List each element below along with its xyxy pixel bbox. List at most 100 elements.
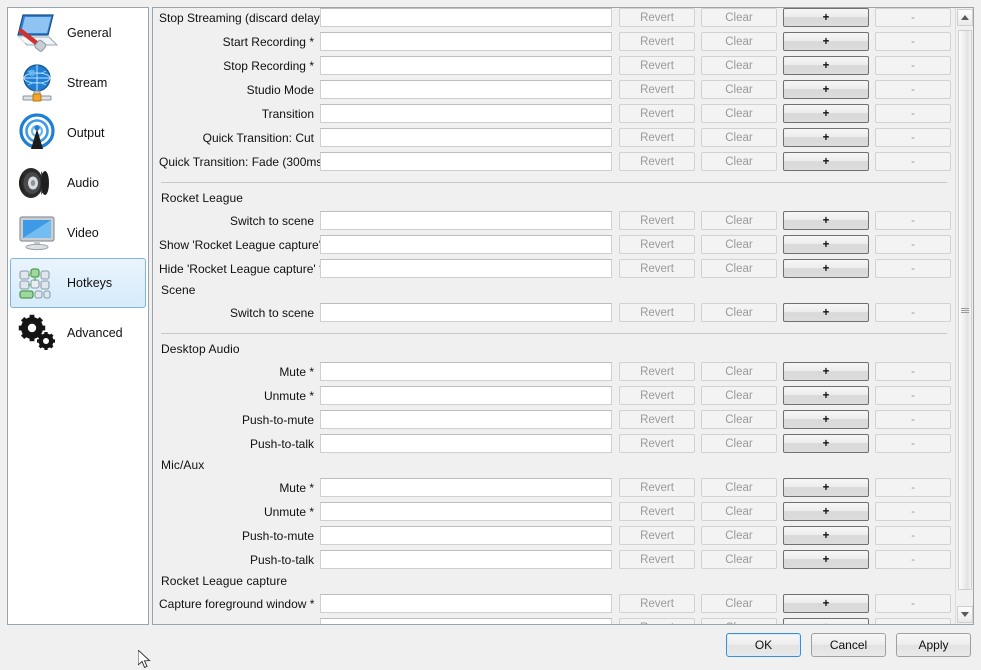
scrollbar-thumb[interactable] [958,30,972,590]
remove-hotkey-button[interactable]: - [875,386,951,405]
remove-hotkey-button[interactable]: - [875,526,951,545]
add-hotkey-button[interactable]: + [783,80,869,99]
add-hotkey-button[interactable]: + [783,362,869,381]
remove-hotkey-button[interactable]: - [875,211,951,230]
revert-button[interactable]: Revert [619,104,695,123]
clear-button[interactable]: Clear [701,386,777,405]
add-hotkey-button[interactable]: + [783,235,869,254]
remove-hotkey-button[interactable]: - [875,104,951,123]
clear-button[interactable]: Clear [701,259,777,278]
revert-button[interactable]: Revert [619,502,695,521]
hotkey-input[interactable] [320,386,612,405]
clear-button[interactable]: Clear [701,80,777,99]
remove-hotkey-button[interactable]: - [875,80,951,99]
hotkey-input[interactable] [320,211,612,230]
hotkey-input[interactable] [320,362,612,381]
hotkey-input[interactable] [320,478,612,497]
revert-button[interactable]: Revert [619,56,695,75]
sidebar-item-audio[interactable]: Audio [10,158,146,208]
revert-button[interactable]: Revert [619,478,695,497]
sidebar-item-advanced[interactable]: Advanced [10,308,146,358]
add-hotkey-button[interactable]: + [783,478,869,497]
clear-button[interactable]: Clear [701,410,777,429]
remove-hotkey-button[interactable]: - [875,259,951,278]
add-hotkey-button[interactable]: + [783,303,869,322]
clear-button[interactable]: Clear [701,526,777,545]
clear-button[interactable]: Clear [701,152,777,171]
hotkey-input[interactable] [320,56,612,75]
apply-button[interactable]: Apply [896,633,971,657]
sidebar-item-video[interactable]: Video [10,208,146,258]
revert-button[interactable]: Revert [619,434,695,453]
hotkeys-scroll-area[interactable]: Stop Streaming (discard delay) Revert Clea… [153,8,955,624]
clear-button[interactable]: Clear [701,8,777,27]
remove-hotkey-button[interactable]: - [875,32,951,51]
clear-button[interactable]: Clear [701,594,777,613]
remove-hotkey-button[interactable]: - [875,235,951,254]
revert-button[interactable]: Revert [619,618,695,624]
hotkey-input[interactable] [320,618,612,624]
remove-hotkey-button[interactable]: - [875,362,951,381]
revert-button[interactable]: Revert [619,386,695,405]
hotkey-input[interactable] [320,434,612,453]
clear-button[interactable]: Clear [701,211,777,230]
remove-hotkey-button[interactable]: - [875,128,951,147]
clear-button[interactable]: Clear [701,550,777,569]
clear-button[interactable]: Clear [701,434,777,453]
hotkey-input[interactable] [320,550,612,569]
revert-button[interactable]: Revert [619,303,695,322]
hotkey-input[interactable] [320,594,612,613]
remove-hotkey-button[interactable]: - [875,434,951,453]
add-hotkey-button[interactable]: + [783,8,869,27]
scroll-up-arrow-icon[interactable] [957,9,973,26]
clear-button[interactable]: Clear [701,478,777,497]
hotkey-input[interactable] [320,128,612,147]
revert-button[interactable]: Revert [619,80,695,99]
remove-hotkey-button[interactable]: - [875,8,951,27]
add-hotkey-button[interactable]: + [783,526,869,545]
hotkey-input[interactable] [320,235,612,254]
revert-button[interactable]: Revert [619,152,695,171]
revert-button[interactable]: Revert [619,362,695,381]
add-hotkey-button[interactable]: + [783,32,869,51]
add-hotkey-button[interactable]: + [783,386,869,405]
remove-hotkey-button[interactable]: - [875,550,951,569]
remove-hotkey-button[interactable]: - [875,478,951,497]
remove-hotkey-button[interactable]: - [875,618,951,624]
hotkey-input[interactable] [320,32,612,51]
revert-button[interactable]: Revert [619,128,695,147]
clear-button[interactable]: Clear [701,618,777,624]
clear-button[interactable]: Clear [701,56,777,75]
revert-button[interactable]: Revert [619,32,695,51]
add-hotkey-button[interactable]: + [783,594,869,613]
revert-button[interactable]: Revert [619,550,695,569]
add-hotkey-button[interactable]: + [783,56,869,75]
clear-button[interactable]: Clear [701,235,777,254]
hotkey-input[interactable] [320,80,612,99]
revert-button[interactable]: Revert [619,410,695,429]
hotkey-input[interactable] [320,104,612,123]
add-hotkey-button[interactable]: + [783,211,869,230]
sidebar-item-hotkeys[interactable]: Hotkeys [10,258,146,308]
hotkey-input[interactable] [320,259,612,278]
hotkey-input[interactable] [320,502,612,521]
add-hotkey-button[interactable]: + [783,152,869,171]
hotkey-input[interactable] [320,303,612,322]
add-hotkey-button[interactable]: + [783,618,869,624]
clear-button[interactable]: Clear [701,104,777,123]
remove-hotkey-button[interactable]: - [875,502,951,521]
sidebar-item-output[interactable]: Output [10,108,146,158]
clear-button[interactable]: Clear [701,362,777,381]
add-hotkey-button[interactable]: + [783,502,869,521]
sidebar-item-general[interactable]: General [10,8,146,58]
add-hotkey-button[interactable]: + [783,410,869,429]
add-hotkey-button[interactable]: + [783,128,869,147]
remove-hotkey-button[interactable]: - [875,152,951,171]
hotkey-input[interactable] [320,526,612,545]
revert-button[interactable]: Revert [619,8,695,27]
revert-button[interactable]: Revert [619,526,695,545]
remove-hotkey-button[interactable]: - [875,303,951,322]
cancel-button[interactable]: Cancel [811,633,886,657]
hotkey-input[interactable] [320,152,612,171]
add-hotkey-button[interactable]: + [783,259,869,278]
